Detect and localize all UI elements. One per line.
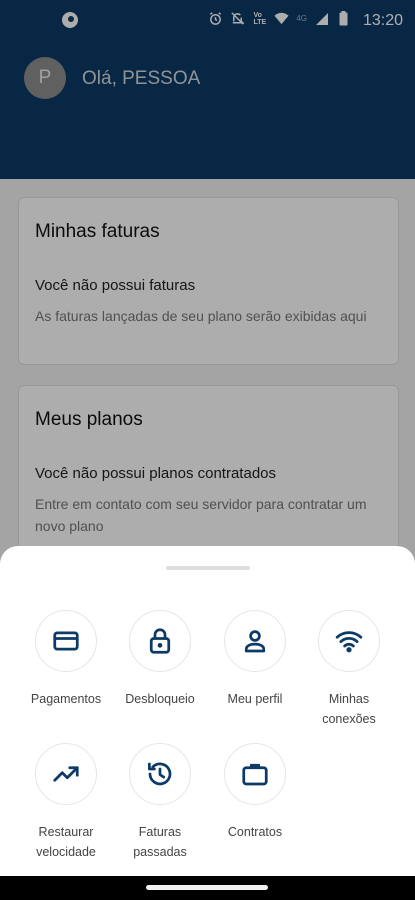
action-minhas-conexoes[interactable]: Minhas conexões [301,610,397,729]
credit-card-icon [53,631,79,651]
lock-icon [149,628,171,654]
action-restaurar-velocidade[interactable]: Restaurar velocidade [18,743,114,862]
action-desbloqueio[interactable]: Desbloqueio [112,610,208,709]
action-label: Minhas conexões [322,692,376,726]
action-desbloqueio-circle[interactable] [129,610,191,672]
briefcase-icon [242,763,268,786]
action-pagamentos[interactable]: Pagamentos [18,610,114,709]
action-pagamentos-circle[interactable] [35,610,97,672]
action-label: Meu perfil [227,692,283,706]
system-nav-bar [0,876,415,900]
action-label: Contratos [227,825,283,839]
action-minhas-conexoes-circle[interactable] [318,610,380,672]
action-contratos-circle[interactable] [224,743,286,805]
action-meu-perfil-circle[interactable] [224,610,286,672]
trending-up-icon [53,766,79,782]
action-label: Faturas passadas [133,825,187,859]
action-label: Restaurar velocidade [36,825,96,859]
action-label: Desbloqueio [125,692,195,706]
history-icon [148,762,172,786]
bottom-sheet: Pagamentos Desbloqueio Meu perfil Minhas… [0,546,415,900]
wifi-icon [335,631,363,653]
action-label: Pagamentos [30,692,102,706]
action-restaurar-velocidade-circle[interactable] [35,743,97,805]
person-icon [244,630,266,653]
action-meu-perfil[interactable]: Meu perfil [207,610,303,709]
sheet-drag-handle[interactable] [166,566,250,570]
home-gesture-pill[interactable] [146,885,268,890]
action-faturas-passadas-circle[interactable] [129,743,191,805]
action-contratos[interactable]: Contratos [207,743,303,842]
action-faturas-passadas[interactable]: Faturas passadas [112,743,208,862]
